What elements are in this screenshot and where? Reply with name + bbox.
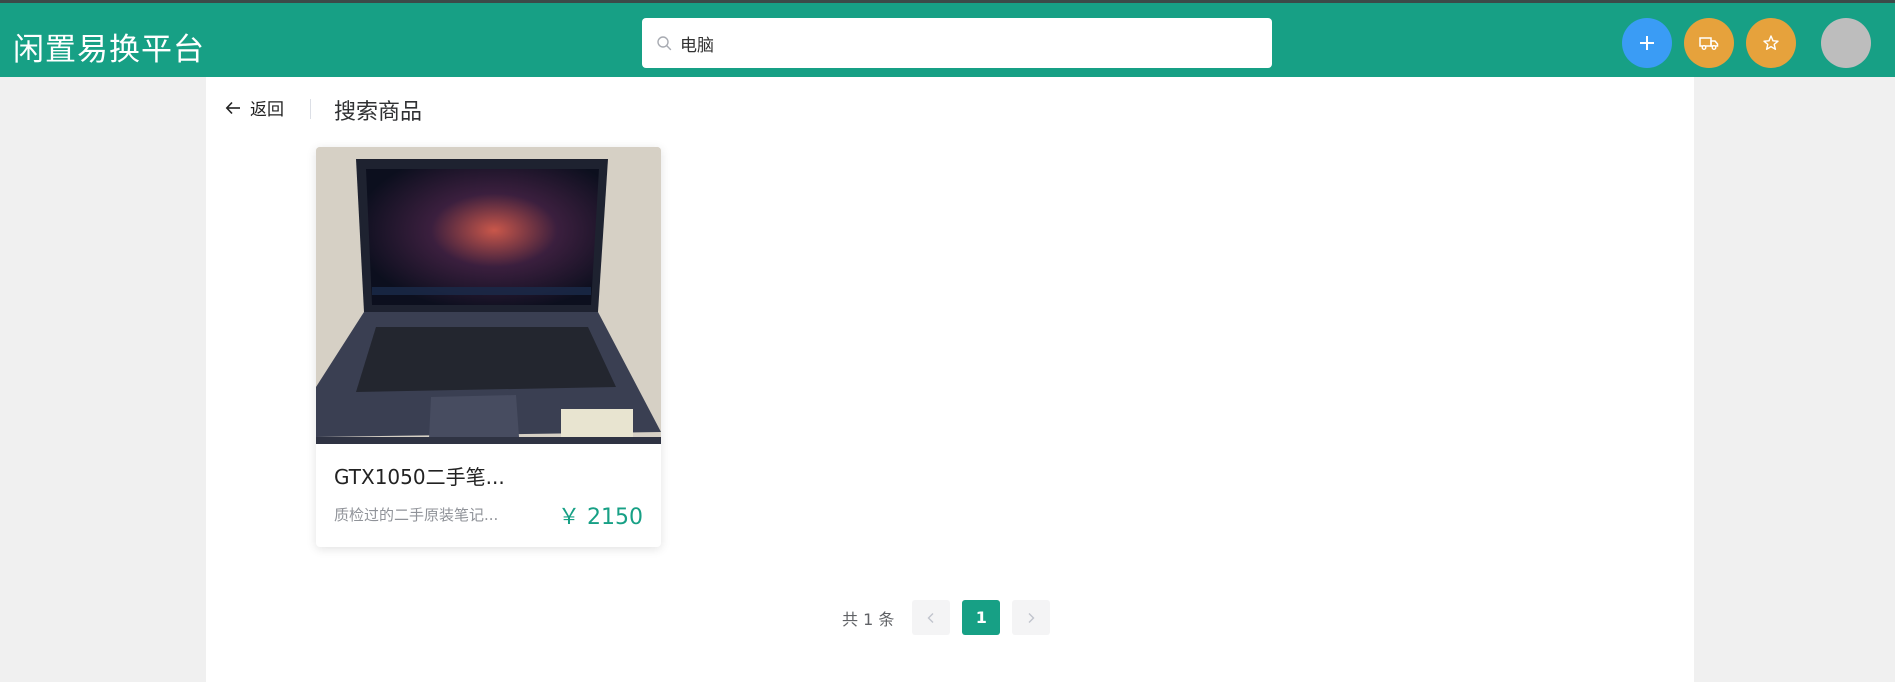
- product-price: ￥ 2150: [558, 505, 643, 530]
- product-description: 质检过的二手原装笔记...: [334, 506, 499, 524]
- chevron-left-icon: [927, 612, 934, 623]
- add-item-button[interactable]: [1622, 18, 1672, 68]
- product-image[interactable]: [316, 147, 661, 444]
- back-button[interactable]: 返回: [224, 95, 284, 120]
- prev-page-button[interactable]: [912, 600, 951, 635]
- user-avatar[interactable]: [1821, 18, 1871, 68]
- chevron-right-icon: [1028, 612, 1035, 623]
- back-label: 返回: [250, 100, 284, 120]
- top-bar: 闲置易换平台: [0, 0, 1895, 77]
- page-number-button[interactable]: 1: [962, 600, 1001, 635]
- star-icon: [1763, 35, 1779, 50]
- site-logo[interactable]: 闲置易换平台: [13, 24, 205, 69]
- pagination-total: 共 1 条: [842, 609, 895, 629]
- search-input[interactable]: [680, 33, 1240, 53]
- next-page-button[interactable]: [1012, 600, 1051, 635]
- header-divider: [310, 99, 311, 119]
- product-card[interactable]: GTX1050二手笔... 质检过的二手原装笔记... ￥ 2150: [316, 147, 661, 547]
- plus-icon: [1640, 36, 1654, 50]
- orders-button[interactable]: [1684, 18, 1734, 68]
- product-name: GTX1050二手笔...: [334, 465, 505, 489]
- truck-icon: [1699, 37, 1719, 50]
- search-box[interactable]: [642, 18, 1272, 68]
- page-title: 搜索商品: [334, 100, 423, 125]
- favorites-button[interactable]: [1746, 18, 1796, 68]
- main-content: 返回 搜索商品 GTX1050二手笔... 质检过的二手原装笔记... ￥ 21…: [206, 77, 1694, 682]
- pagination: 共 1 条 1: [842, 600, 1062, 635]
- search-icon: [657, 36, 672, 51]
- arrow-left-icon: [225, 101, 240, 114]
